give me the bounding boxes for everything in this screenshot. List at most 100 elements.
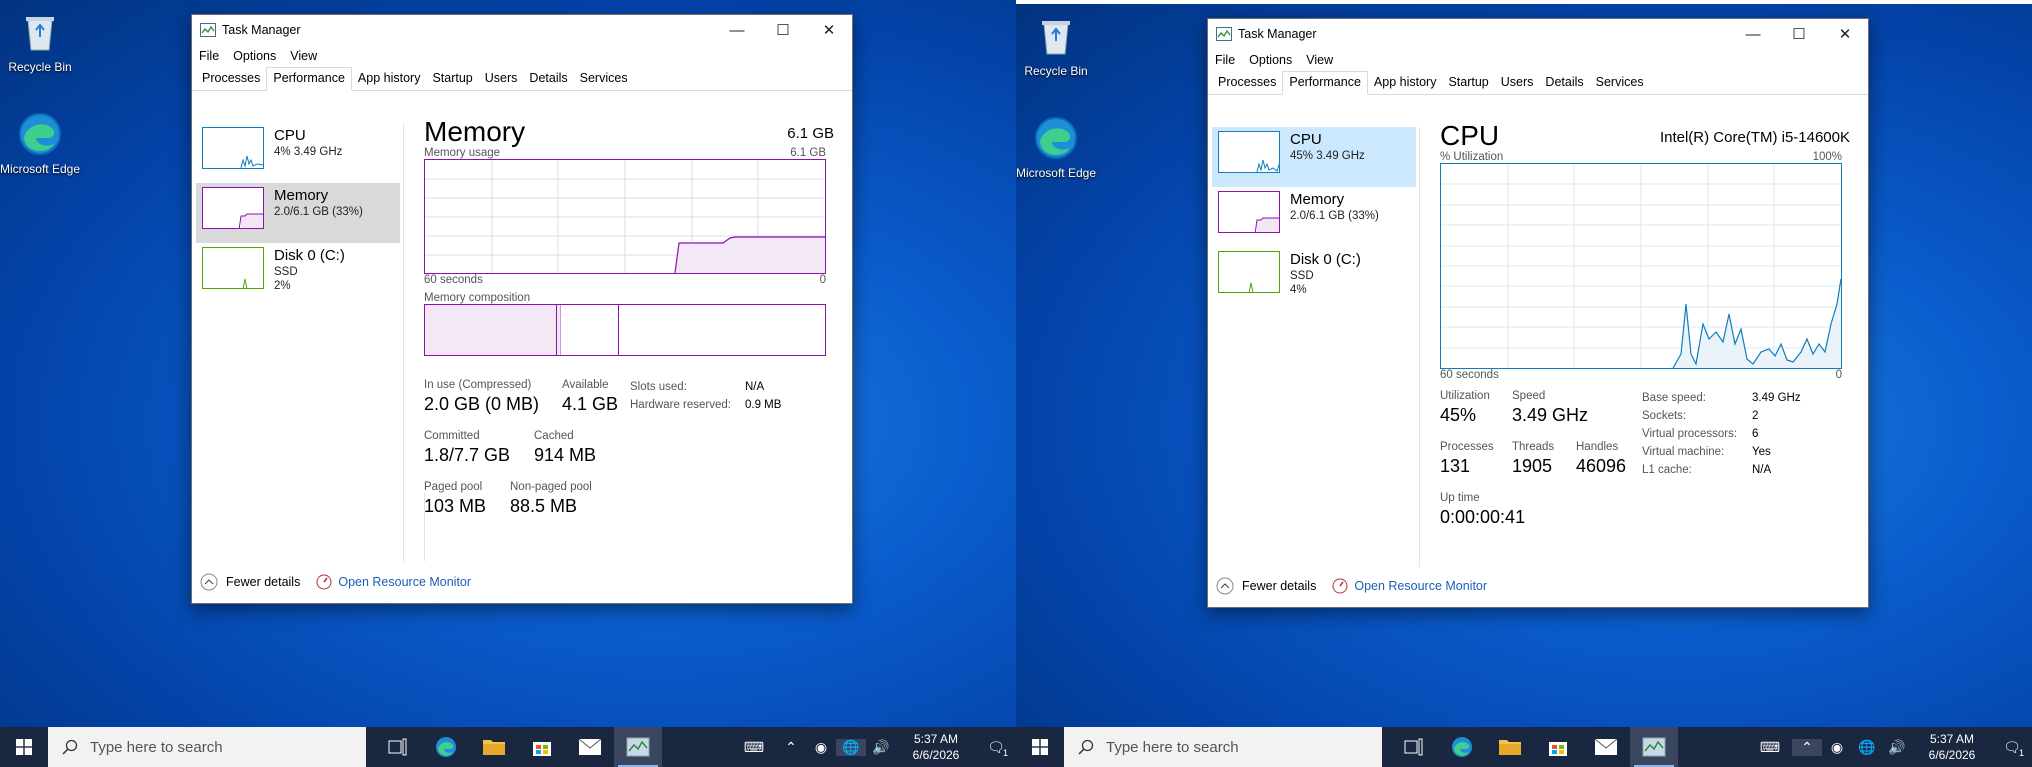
meet-now-icon[interactable]: ◉ (806, 739, 836, 756)
tab-users[interactable]: Users (1495, 71, 1540, 94)
memory-panel: Memory 6.1 GB Memory usage 6.1 GB 60 sec… (424, 115, 834, 538)
stat-speed: Speed 3.49 GHz (1512, 390, 1589, 425)
desktop-icon-recycle-bin[interactable]: Recycle Bin (0, 8, 80, 74)
sidebar-item-disk[interactable]: Disk 0 (C:) SSD 2% (196, 243, 400, 303)
keyboard-icon[interactable]: ⌨ (1748, 739, 1792, 756)
tab-app-history[interactable]: App history (1368, 71, 1443, 94)
menu-view[interactable]: View (290, 49, 317, 63)
title-bar[interactable]: Task Manager — ☐ ✕ (1208, 19, 1868, 49)
maximize-button[interactable]: ☐ (1776, 19, 1822, 49)
meet-now-icon[interactable]: ◉ (1822, 739, 1852, 756)
resource-sidebar: CPU 4% 3.49 GHz Memory 2.0/6.1 GB (33%) … (196, 123, 400, 303)
desktop-icon-edge[interactable]: Microsoft Edge (1016, 114, 1106, 180)
clock[interactable]: 5:37 AM 6/6/2026 (1912, 731, 1992, 763)
clock-time: 5:37 AM (1929, 732, 1975, 746)
maximize-button[interactable]: ☐ (760, 15, 806, 45)
cpu-thumbnail-graph (1218, 131, 1280, 173)
tab-performance[interactable]: Performance (266, 67, 352, 91)
sidebar-item-disk[interactable]: Disk 0 (C:) SSD 4% (1212, 247, 1416, 307)
volume-icon[interactable]: 🔊 (1882, 739, 1912, 756)
task-view-button[interactable] (374, 727, 422, 767)
tab-services[interactable]: Services (574, 67, 634, 90)
taskbar-search-box[interactable]: Type here to search (1064, 727, 1382, 767)
show-hidden-icons-icon[interactable]: ⌃ (1792, 738, 1822, 756)
keyboard-icon[interactable]: ⌨ (732, 739, 776, 756)
cpu-panel: CPU Intel(R) Core(TM) i5-14600K % Utiliz… (1440, 119, 1850, 539)
tab-performance[interactable]: Performance (1282, 71, 1368, 95)
taskbar-mail[interactable] (566, 727, 614, 767)
network-icon[interactable]: 🌐 (836, 738, 866, 756)
taskbar-task-manager[interactable] (1630, 727, 1678, 767)
recycle-bin-icon (26, 17, 54, 51)
fewer-details-button[interactable]: Fewer details (1216, 577, 1316, 595)
menu-options[interactable]: Options (233, 49, 276, 63)
menu-options[interactable]: Options (1249, 53, 1292, 67)
taskbar-edge[interactable] (422, 727, 470, 767)
menu-bar: File Options View (192, 45, 852, 67)
taskbar-task-manager[interactable] (614, 727, 662, 767)
desktop-icon-edge[interactable]: Microsoft Edge (0, 110, 90, 176)
taskbar-store[interactable] (1534, 727, 1582, 767)
time-axis-left: 60 seconds (1440, 369, 1499, 381)
panel-title: Memory (424, 116, 526, 147)
start-button[interactable] (1016, 727, 1064, 767)
notification-icon[interactable]: 🗨 1 (976, 739, 1016, 758)
tab-startup[interactable]: Startup (1442, 71, 1494, 94)
composition-label: Memory composition (424, 292, 531, 304)
sidebar-item-memory[interactable]: Memory 2.0/6.1 GB (33%) (1212, 187, 1416, 247)
start-button[interactable] (0, 727, 48, 767)
stat-cached: Cached 914 MB (534, 430, 597, 465)
system-tray: ⌨ ⌃ ◉ 🌐 🔊 5:37 AM 6/6/2026 🗨 1 (1748, 727, 2032, 767)
tab-processes[interactable]: Processes (196, 67, 266, 90)
menu-file[interactable]: File (1215, 53, 1235, 67)
close-button[interactable]: ✕ (806, 15, 852, 45)
sidebar-item-cpu[interactable]: CPU 4% 3.49 GHz (196, 123, 400, 183)
tab-services[interactable]: Services (1590, 71, 1650, 94)
fewer-details-button[interactable]: Fewer details (200, 573, 300, 591)
sidebar-divider (403, 123, 404, 563)
sidebar-item-memory[interactable]: Memory 2.0/6.1 GB (33%) (196, 183, 400, 243)
stat-available: Available 4.1 GB (562, 379, 619, 414)
clock[interactable]: 5:37 AM 6/6/2026 (896, 731, 976, 763)
tab-users[interactable]: Users (479, 67, 524, 90)
sidebar-item-detail: 4% (1290, 284, 1307, 296)
edge-icon (436, 737, 456, 757)
stat-uptime: Up time 0:00:00:41 (1440, 492, 1526, 527)
stat-paged-pool: Paged pool 103 MB (424, 481, 487, 516)
taskbar-edge[interactable] (1438, 727, 1486, 767)
task-manager-window: Task Manager — ☐ ✕ File Options View Pro… (191, 14, 853, 604)
desktop-icon-recycle-bin[interactable]: Recycle Bin (1016, 12, 1096, 78)
stat-nonpaged-pool: Non-paged pool 88.5 MB (510, 481, 592, 516)
network-icon[interactable]: 🌐 (1852, 739, 1882, 756)
clock-date: 6/6/2026 (1928, 748, 1976, 762)
tab-details[interactable]: Details (1539, 71, 1589, 94)
task-view-button[interactable] (1390, 727, 1438, 767)
title-bar[interactable]: Task Manager — ☐ ✕ (192, 15, 852, 45)
open-resource-monitor-link[interactable]: Open Resource Monitor (1332, 578, 1487, 594)
taskbar-file-explorer[interactable] (470, 727, 518, 767)
menu-view[interactable]: View (1306, 53, 1333, 67)
taskbar-store[interactable] (518, 727, 566, 767)
tab-processes[interactable]: Processes (1212, 71, 1282, 94)
show-hidden-icons-icon[interactable]: ⌃ (776, 739, 806, 756)
graph-max-label: 100% (1812, 151, 1842, 163)
tab-app-history[interactable]: App history (352, 67, 427, 90)
taskbar-file-explorer[interactable] (1486, 727, 1534, 767)
volume-icon[interactable]: 🔊 (866, 739, 896, 756)
sidebar-item-detail: 45% 3.49 GHz (1290, 150, 1365, 162)
open-resource-monitor-link[interactable]: Open Resource Monitor (316, 574, 471, 590)
sidebar-item-cpu[interactable]: CPU 45% 3.49 GHz (1212, 127, 1416, 187)
minimize-button[interactable]: — (1730, 19, 1776, 49)
close-button[interactable]: ✕ (1822, 19, 1868, 49)
cpu-spec-list: Base speed: 3.49 GHz Sockets: 2 Virtual pr… (1642, 392, 1801, 476)
graph-max-label: 6.1 GB (790, 147, 826, 159)
edge-icon (1452, 737, 1472, 757)
menu-file[interactable]: File (199, 49, 219, 63)
notification-icon[interactable]: 🗨 1 (1992, 739, 2032, 758)
minimize-button[interactable]: — (714, 15, 760, 45)
edge-icon (1035, 117, 1077, 159)
taskbar-search-box[interactable]: Type here to search (48, 727, 366, 767)
taskbar-mail[interactable] (1582, 727, 1630, 767)
tab-startup[interactable]: Startup (426, 67, 478, 90)
tab-details[interactable]: Details (523, 67, 573, 90)
